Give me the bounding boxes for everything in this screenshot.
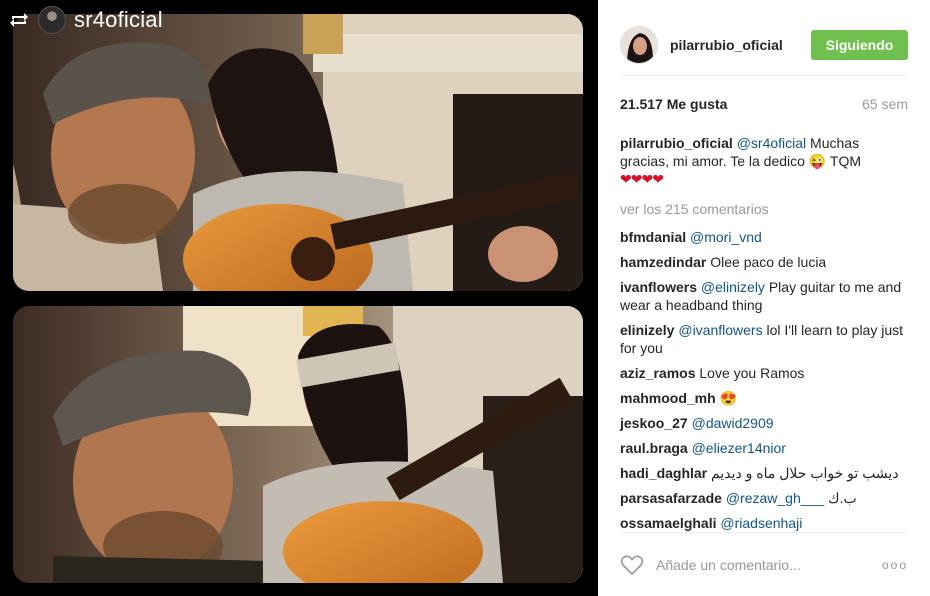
comment-row: aziz_ramos Love you Ramos bbox=[620, 364, 908, 382]
comment-mention[interactable]: @mori_vnd bbox=[690, 229, 762, 245]
repost-icon bbox=[8, 9, 30, 31]
view-all-comments-link[interactable]: ver los 215 comentarios bbox=[620, 200, 908, 218]
caption-username[interactable]: pilarrubio_oficial bbox=[620, 135, 733, 151]
photo-top bbox=[13, 14, 583, 291]
comment-bar: ooo bbox=[620, 532, 908, 596]
caption-emoji: 😜 bbox=[808, 153, 827, 169]
repost-username[interactable]: sr4oficial bbox=[74, 7, 163, 33]
comment-row: hadi_daghlar دیشب تو خواب حلال ماه و دید… bbox=[620, 464, 908, 482]
comment-row: elinizely @ivanflowers lol I'll learn to… bbox=[620, 321, 908, 357]
comment-container: bfmdanial @mori_vnd hamzedindar Olee paco… bbox=[620, 228, 908, 532]
comment-row: parsasafarzade @rezaw_gh___ ب.ك bbox=[620, 489, 908, 507]
post-sidebar: pilarrubio_oficial Siguiendo 21.517 Me g… bbox=[598, 0, 930, 596]
comment-text: Olee paco de lucia bbox=[710, 254, 827, 270]
comment-row: jeskoo_27 @dawid2909 bbox=[620, 414, 908, 432]
comment-username[interactable]: bfmdanial bbox=[620, 229, 686, 245]
comment-mention[interactable]: @eliezer14nior bbox=[692, 440, 786, 456]
comment-row: raul.braga @eliezer14nior bbox=[620, 439, 908, 457]
comment-mention[interactable]: @riadsenhaji bbox=[720, 515, 802, 531]
owner-avatar[interactable] bbox=[620, 25, 658, 64]
following-button[interactable]: Siguiendo bbox=[811, 29, 908, 60]
caption-after: TQM bbox=[826, 153, 862, 169]
comment-mention[interactable]: @elinizely bbox=[701, 279, 765, 295]
comment-username[interactable]: hadi_daghlar bbox=[620, 465, 707, 481]
comment-row: ossamaelghali @riadsenhaji bbox=[620, 514, 908, 532]
photo-bottom bbox=[13, 306, 583, 583]
comment-username[interactable]: ivanflowers bbox=[620, 279, 697, 295]
post-timestamp[interactable]: 65 sem bbox=[862, 96, 908, 112]
caption-hearts: ❤❤❤❤ bbox=[620, 171, 664, 187]
comment-text: 😍 bbox=[719, 390, 738, 406]
comment-username[interactable]: ossamaelghali bbox=[620, 515, 717, 531]
repost-avatar[interactable] bbox=[38, 6, 66, 34]
comment-username[interactable]: raul.braga bbox=[620, 440, 688, 456]
caption-mention[interactable]: @sr4oficial bbox=[737, 135, 806, 151]
post-header: pilarrubio_oficial Siguiendo bbox=[620, 18, 908, 76]
caption: pilarrubio_oficial @sr4oficial Muchas gr… bbox=[620, 134, 908, 188]
comment-username[interactable]: elinizely bbox=[620, 322, 674, 338]
more-options-icon[interactable]: ooo bbox=[882, 558, 908, 572]
comment-row: mahmood_mh 😍 bbox=[620, 389, 908, 407]
comment-mention[interactable]: @ivanflowers bbox=[678, 322, 762, 338]
post-photo[interactable]: sr4oficial bbox=[0, 0, 598, 596]
comment-username[interactable]: mahmood_mh bbox=[620, 390, 716, 406]
comment-username[interactable]: jeskoo_27 bbox=[620, 415, 688, 431]
comment-text: دیشب تو خواب حلال ماه و دیدیم bbox=[711, 465, 899, 481]
owner-username[interactable]: pilarrubio_oficial bbox=[670, 37, 783, 53]
likes-count[interactable]: 21.517 Me gusta bbox=[620, 96, 727, 112]
like-heart-icon[interactable] bbox=[620, 554, 644, 576]
comment-username[interactable]: parsasafarzade bbox=[620, 490, 722, 506]
comment-text: ب.ك bbox=[828, 490, 857, 506]
comment-row: ivanflowers @elinizely Play guitar to me… bbox=[620, 278, 908, 314]
comment-text: Love you Ramos bbox=[699, 365, 805, 381]
likes-row: 21.517 Me gusta 65 sem bbox=[620, 96, 908, 112]
comment-row: bfmdanial @mori_vnd bbox=[620, 228, 908, 246]
comment-mention[interactable]: @rezaw_gh___ bbox=[726, 490, 824, 506]
comment-username[interactable]: hamzedindar bbox=[620, 254, 706, 270]
add-comment-input[interactable] bbox=[656, 556, 876, 573]
comment-mention[interactable]: @dawid2909 bbox=[692, 415, 774, 431]
comment-row: hamzedindar Olee paco de lucia bbox=[620, 253, 908, 271]
repost-bar: sr4oficial bbox=[0, 0, 163, 40]
comment-username[interactable]: aziz_ramos bbox=[620, 365, 695, 381]
comments-list: pilarrubio_oficial @sr4oficial Muchas gr… bbox=[620, 134, 908, 539]
